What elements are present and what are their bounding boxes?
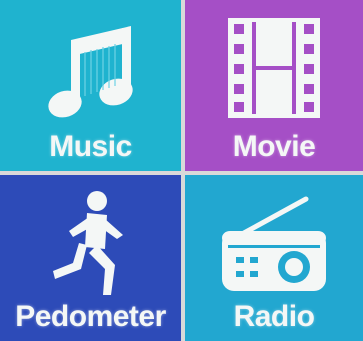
film-strip-icon [185,14,363,122]
radio-icon [185,195,363,295]
main-menu-screen: Music Movie Pedometer Radio [0,0,363,341]
menu-tile-radio[interactable]: Radio [185,175,363,341]
menu-tile-label: Pedometer [15,300,166,333]
menu-tile-label: Music [49,130,132,163]
menu-tile-pedometer[interactable]: Pedometer [0,175,181,341]
menu-tile-label: Radio [233,300,315,333]
menu-tile-music[interactable]: Music [0,0,181,171]
running-person-icon [0,189,181,301]
menu-tile-label: Movie [232,130,316,163]
music-note-icon [0,18,181,128]
menu-tile-movie[interactable]: Movie [185,0,363,171]
